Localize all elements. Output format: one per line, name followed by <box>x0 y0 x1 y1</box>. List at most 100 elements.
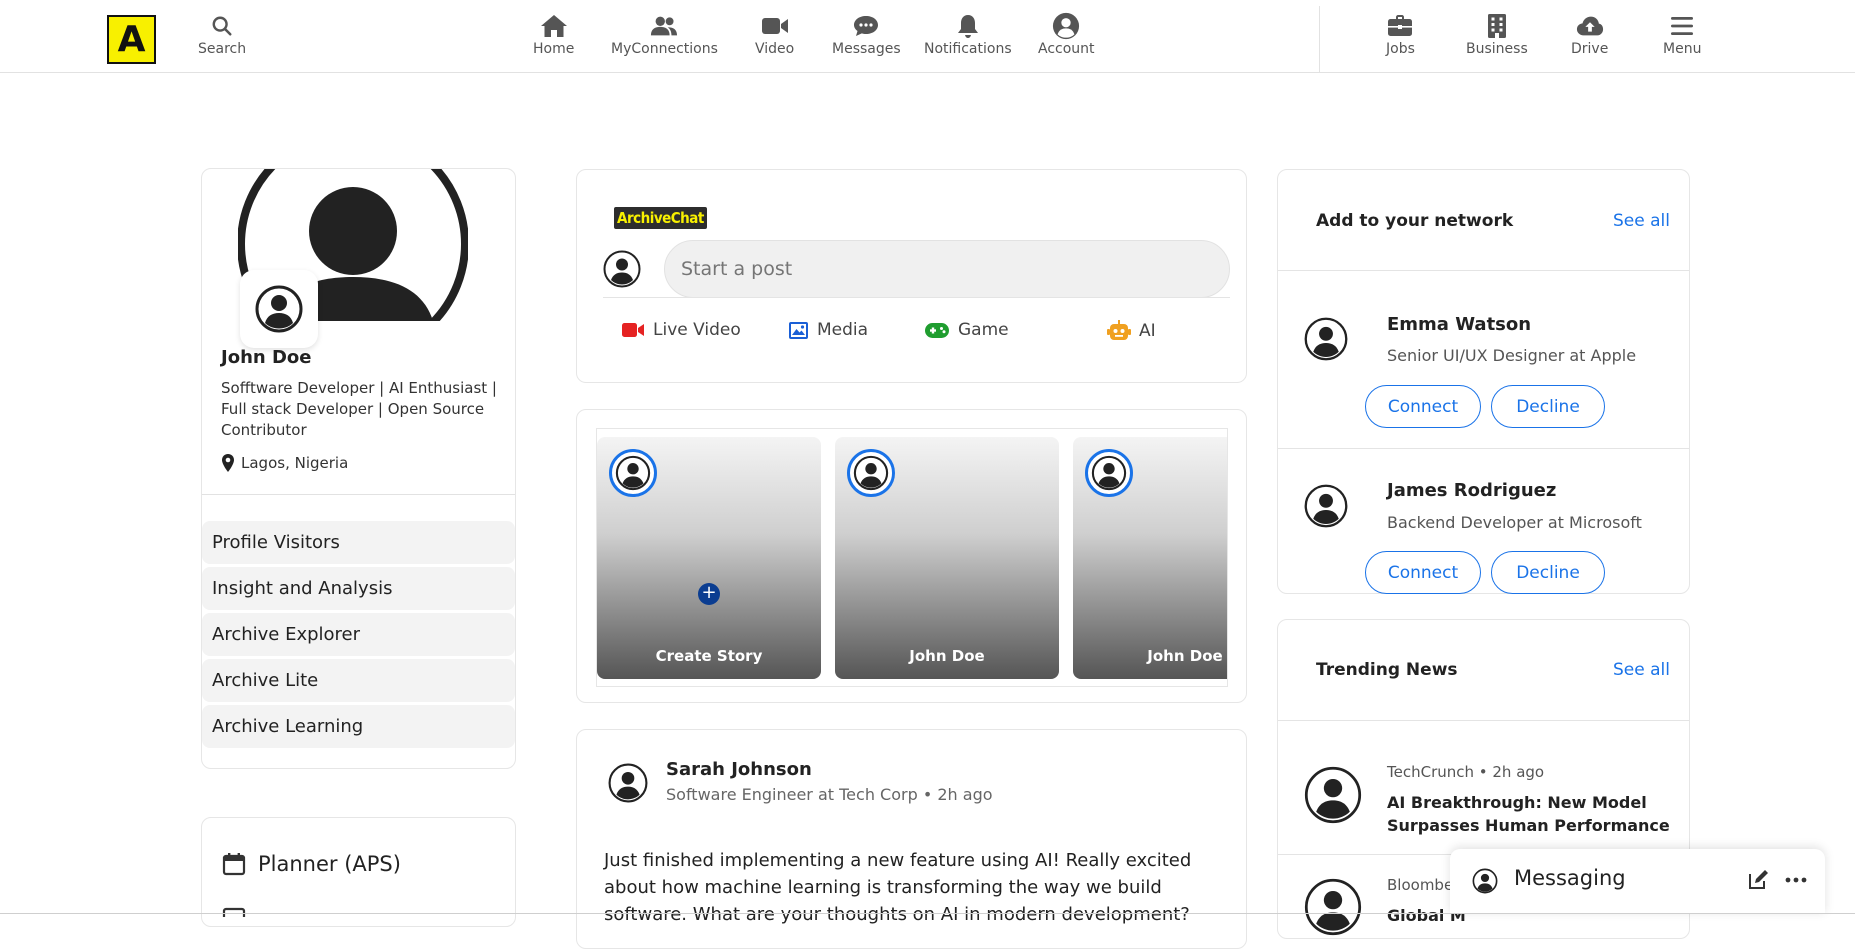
post-composer: ArchiveChat Live Video Media Game <box>576 169 1247 383</box>
nav-messages[interactable]: Messages <box>832 12 901 57</box>
chat-icon <box>852 12 880 40</box>
profile-avatar[interactable] <box>240 270 318 348</box>
nav-notifications[interactable]: Notifications <box>924 12 1012 57</box>
search-icon <box>208 12 236 40</box>
top-navbar: A Search Home MyConnections Video Messag… <box>0 0 1855 73</box>
menu-archive-lite[interactable]: Archive Lite <box>202 659 515 702</box>
game-label: Game <box>958 320 1009 340</box>
location-text: Lagos, Nigeria <box>241 454 349 472</box>
media-button[interactable]: Media <box>788 320 868 340</box>
compose-message-icon[interactable] <box>1746 868 1770 892</box>
story-label: John Doe <box>909 647 985 665</box>
nav-drive-label: Drive <box>1571 41 1609 57</box>
person-name[interactable]: James Rodriguez <box>1387 480 1556 501</box>
connect-button[interactable]: Connect <box>1365 551 1481 594</box>
robot-icon <box>1107 320 1131 342</box>
decline-button[interactable]: Decline <box>1491 551 1605 594</box>
connect-button[interactable]: Connect <box>1365 385 1481 428</box>
nav-notifications-label: Notifications <box>924 41 1012 57</box>
nav-divider <box>1319 6 1320 73</box>
composer-divider <box>603 297 1230 298</box>
start-post-input[interactable] <box>664 240 1230 298</box>
home-icon <box>540 12 568 40</box>
menu-archive-explorer[interactable]: Archive Explorer <box>202 613 515 656</box>
hamburger-icon <box>1668 12 1696 40</box>
story-create[interactable]: + Create Story <box>597 437 821 679</box>
news-source-avatar <box>1304 878 1362 936</box>
network-divider <box>1278 270 1689 271</box>
more-options-icon[interactable] <box>1784 868 1808 892</box>
ai-label: AI <box>1139 321 1156 341</box>
person-divider <box>1278 448 1689 449</box>
nav-jobs[interactable]: Jobs <box>1386 12 1415 57</box>
nav-account[interactable]: Account <box>1038 12 1095 57</box>
profile-menu: Profile Visitors Insight and Analysis Ar… <box>202 521 515 751</box>
ai-button[interactable]: AI <box>1107 320 1156 342</box>
game-button[interactable]: Game <box>924 320 1009 340</box>
media-label: Media <box>817 320 869 340</box>
person-avatar[interactable] <box>1304 317 1348 361</box>
story-label: Create Story <box>655 647 763 665</box>
story-item[interactable]: John Doe <box>835 437 1059 679</box>
nav-messages-label: Messages <box>832 41 901 57</box>
person-name[interactable]: Emma Watson <box>1387 314 1531 335</box>
story-label: John Doe <box>1147 647 1223 665</box>
post-author-name[interactable]: Sarah Johnson <box>666 759 812 780</box>
account-icon <box>1052 12 1080 40</box>
stories-card: + Create Story John Doe John Doe <box>576 409 1247 703</box>
news-title: Trending News <box>1316 660 1458 680</box>
profile-bio: Sofftware Developer | AI Enthusiast | Fu… <box>221 379 497 439</box>
menu-archive-learning[interactable]: Archive Learning <box>202 705 515 748</box>
menu-profile-visitors[interactable]: Profile Visitors <box>202 521 515 564</box>
cloud-upload-icon <box>1576 12 1604 40</box>
nav-video[interactable]: Video <box>755 12 794 57</box>
add-story-icon[interactable]: + <box>698 583 720 605</box>
app-logo[interactable]: A <box>107 15 156 64</box>
people-icon <box>650 12 678 40</box>
planner-item[interactable]: Planner (APS) <box>222 852 401 876</box>
nav-drive[interactable]: Drive <box>1571 12 1608 57</box>
messaging-dock[interactable]: Messaging <box>1450 849 1825 914</box>
live-video-icon <box>621 321 645 339</box>
decline-button[interactable]: Decline <box>1491 385 1605 428</box>
live-video-button[interactable]: Live Video <box>621 320 741 340</box>
planner-card: Planner (APS) <box>201 817 516 927</box>
menu-insight-analysis[interactable]: Insight and Analysis <box>202 567 515 610</box>
bell-icon <box>954 12 982 40</box>
person-title: Backend Developer at Microsoft <box>1387 513 1642 532</box>
stories-strip[interactable]: + Create Story John Doe John Doe <box>596 428 1228 687</box>
profile-divider <box>202 494 515 495</box>
calendar-icon <box>222 852 246 876</box>
nav-home[interactable]: Home <box>533 12 574 57</box>
network-see-all-link[interactable]: See all <box>1613 211 1670 231</box>
nav-myconnections[interactable]: MyConnections <box>611 12 718 57</box>
story-item[interactable]: John Doe <box>1073 437 1227 679</box>
briefcase-icon <box>1386 12 1414 40</box>
archivechat-brand: ArchiveChat <box>614 207 707 229</box>
story-avatar <box>609 449 657 497</box>
video-icon <box>761 12 789 40</box>
profile-name[interactable]: John Doe <box>221 347 311 368</box>
nav-search-label: Search <box>198 41 247 57</box>
story-avatar <box>1085 449 1133 497</box>
composer-avatar <box>603 250 641 288</box>
messaging-avatar-icon <box>1472 868 1498 894</box>
person-avatar[interactable] <box>1304 484 1348 528</box>
news-headline[interactable]: AI Breakthrough: New Model Surpasses Hum… <box>1387 791 1677 837</box>
building-icon <box>1483 12 1511 40</box>
network-card: Add to your network See all Emma Watson … <box>1277 169 1690 594</box>
nav-business-label: Business <box>1466 41 1528 57</box>
planner-next-icon <box>222 907 246 917</box>
nav-business[interactable]: Business <box>1466 12 1528 57</box>
logo-letter: A <box>117 19 146 60</box>
post-body: Just finished implementing a new feature… <box>604 850 1192 925</box>
news-see-all-link[interactable]: See all <box>1613 660 1670 680</box>
image-icon <box>788 321 809 340</box>
feed-post: Sarah Johnson Software Engineer at Tech … <box>576 729 1247 949</box>
nav-search[interactable]: Search <box>198 12 246 57</box>
post-author-avatar[interactable] <box>608 763 648 803</box>
nav-video-label: Video <box>755 41 795 57</box>
nav-account-label: Account <box>1038 41 1095 57</box>
nav-home-label: Home <box>533 41 575 57</box>
nav-menu[interactable]: Menu <box>1663 12 1701 57</box>
